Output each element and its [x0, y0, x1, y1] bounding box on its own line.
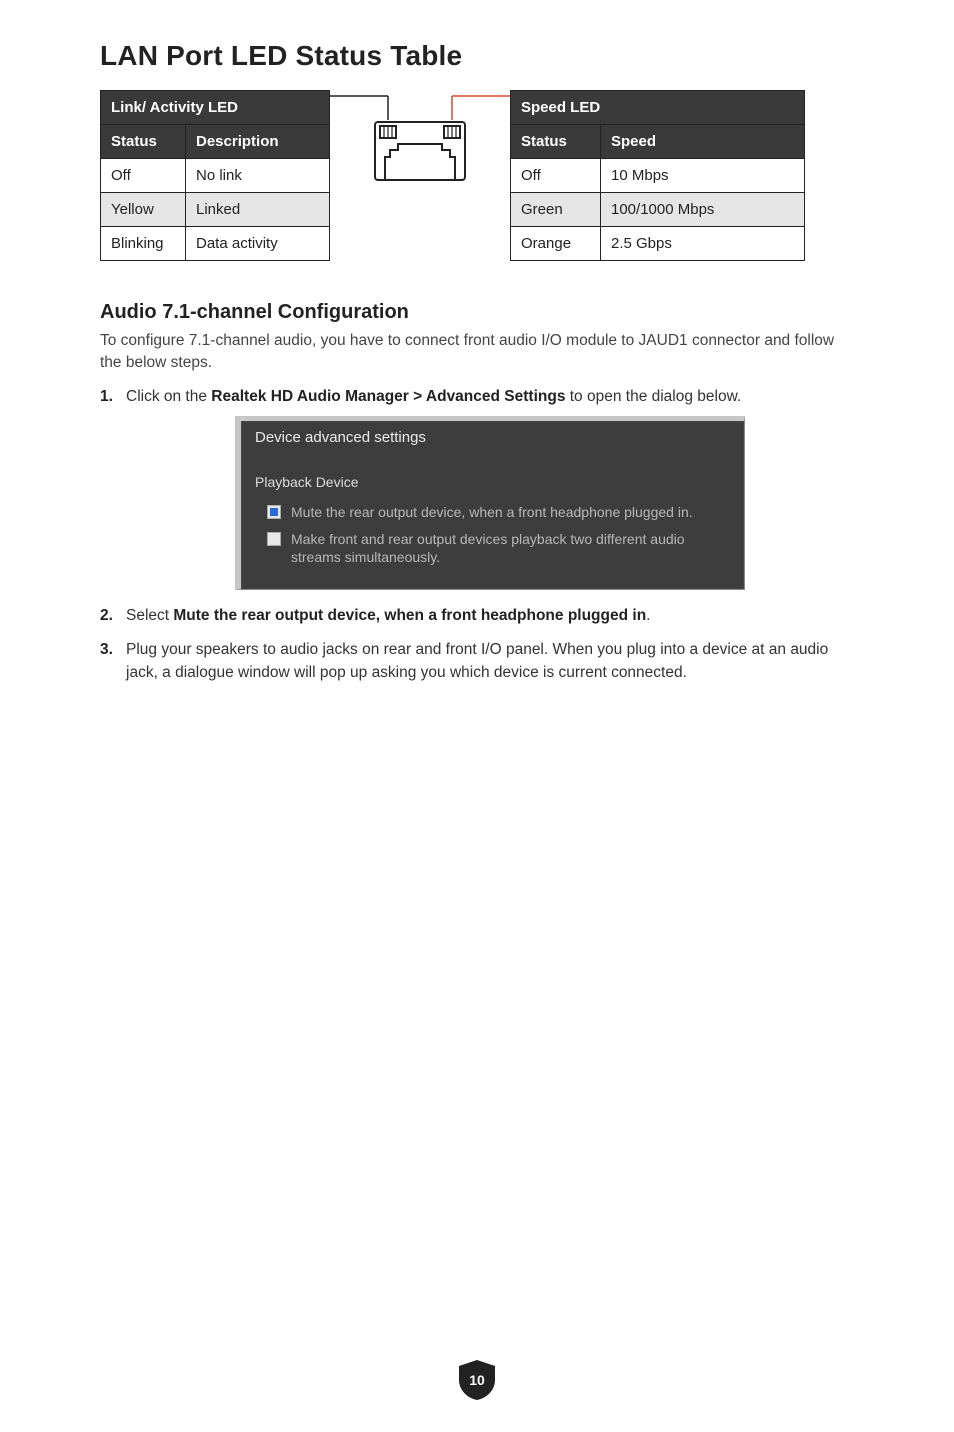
dialog-title: Device advanced settings [255, 427, 730, 450]
section-title-audio: Audio 7.1-channel Configuration [100, 301, 854, 324]
checkbox-icon[interactable] [267, 532, 281, 546]
step-2: Select Mute the rear output device, when… [100, 604, 854, 627]
dialog-option-2-label: Make front and rear output devices playb… [291, 530, 730, 568]
step1-pre: Click on the [126, 388, 211, 405]
table-row: Orange 2.5 Gbps [511, 227, 805, 261]
table-row: Off No link [101, 159, 330, 193]
lan-port-diagram [330, 90, 510, 192]
speed-table-h1: Speed [601, 125, 805, 159]
cell: Off [101, 159, 186, 193]
steps-list: Click on the Realtek HD Audio Manager > … [100, 385, 854, 684]
cell: 10 Mbps [601, 159, 805, 193]
step-1: Click on the Realtek HD Audio Manager > … [100, 385, 854, 590]
speed-table-title: Speed LED [511, 91, 805, 125]
page-number-badge: 10 [455, 1358, 499, 1402]
tables-row: Link/ Activity LED Status Description Of… [100, 90, 854, 261]
dialog-option-2[interactable]: Make front and rear output devices playb… [255, 528, 730, 574]
step2-pre: Select [126, 607, 173, 624]
link-activity-table: Link/ Activity LED Status Description Of… [100, 90, 330, 261]
cell: Data activity [186, 227, 330, 261]
cell: Green [511, 193, 601, 227]
dialog-option-1-label: Mute the rear output device, when a fron… [291, 503, 693, 522]
step2-bold: Mute the rear output device, when a fron… [173, 607, 646, 624]
device-advanced-settings-dialog: Device advanced settings Playback Device… [235, 416, 745, 590]
cell: Blinking [101, 227, 186, 261]
cell: Off [511, 159, 601, 193]
cell: 2.5 Gbps [601, 227, 805, 261]
speed-table-h0: Status [511, 125, 601, 159]
page-title: LAN Port LED Status Table [100, 40, 854, 72]
intro-text: To configure 7.1-channel audio, you have… [100, 330, 854, 375]
step-3: Plug your speakers to audio jacks on rea… [100, 638, 854, 685]
cell: Linked [186, 193, 330, 227]
link-table-h0: Status [101, 125, 186, 159]
page-number: 10 [455, 1358, 499, 1402]
cell: No link [186, 159, 330, 193]
cell: 100/1000 Mbps [601, 193, 805, 227]
step1-post: to open the dialog below. [565, 388, 741, 405]
table-row: Blinking Data activity [101, 227, 330, 261]
table-row: Yellow Linked [101, 193, 330, 227]
speed-led-table: Speed LED Status Speed Off 10 Mbps Green… [510, 90, 805, 261]
dialog-option-1[interactable]: Mute the rear output device, when a fron… [255, 501, 730, 528]
cell: Yellow [101, 193, 186, 227]
table-row: Off 10 Mbps [511, 159, 805, 193]
cell: Orange [511, 227, 601, 261]
checkbox-icon[interactable] [267, 505, 281, 519]
dialog-section-label: Playback Device [255, 472, 730, 493]
link-table-title: Link/ Activity LED [101, 91, 330, 125]
link-table-h1: Description [186, 125, 330, 159]
step2-post: . [646, 607, 650, 624]
table-row: Green 100/1000 Mbps [511, 193, 805, 227]
step1-bold: Realtek HD Audio Manager > Advanced Sett… [211, 388, 565, 405]
